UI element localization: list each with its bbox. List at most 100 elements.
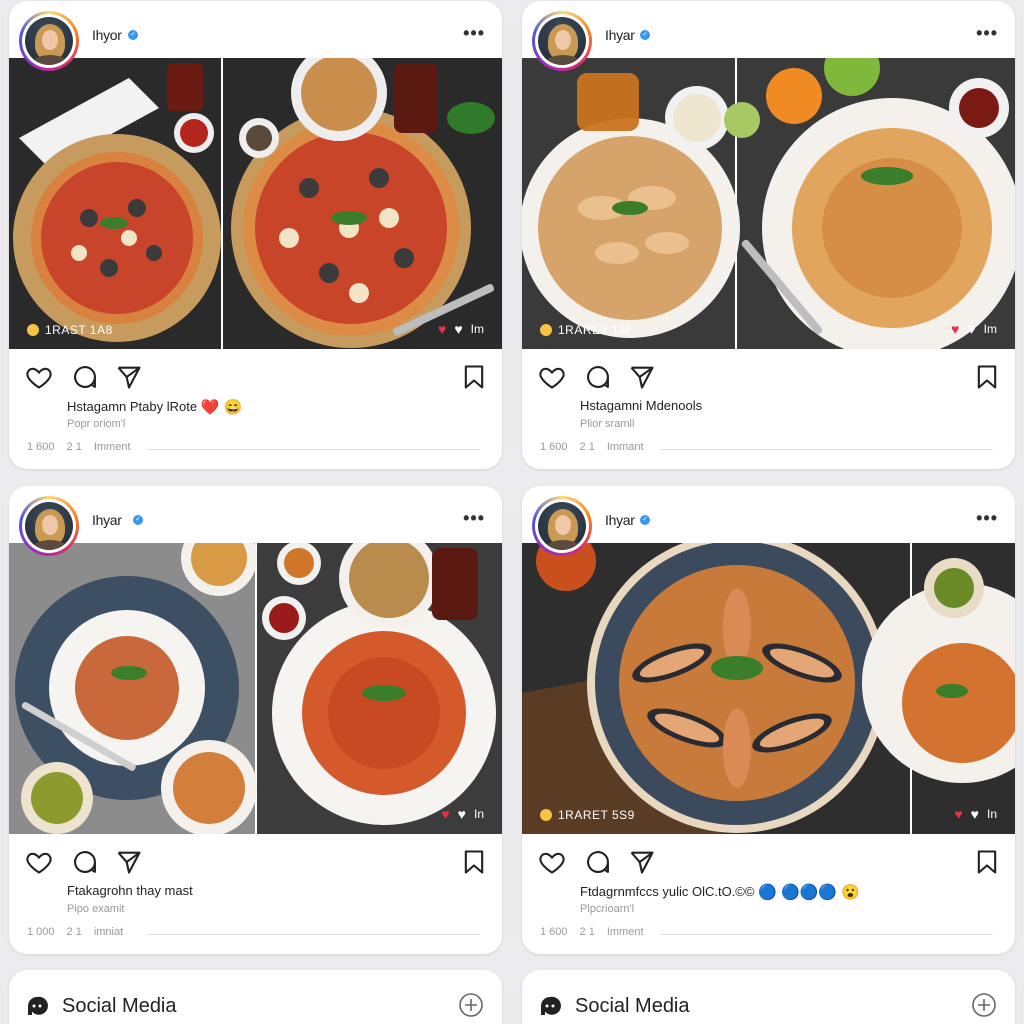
- post-photo[interactable]: ♥ ♥ In: [9, 543, 502, 834]
- heart-icon[interactable]: [538, 848, 566, 876]
- post-header: Ihyar ✓ •••: [522, 486, 1015, 556]
- avatar[interactable]: [532, 11, 592, 71]
- post-subcaption: Pipo examit: [67, 903, 125, 915]
- overlay-count: In: [473, 807, 484, 821]
- verified-badge-icon: ✓: [128, 30, 138, 40]
- heart-icon[interactable]: [538, 363, 566, 391]
- heart-red-icon: ♥: [951, 321, 960, 337]
- post-stats: 1 000 2 1 imniat: [27, 926, 123, 938]
- avatar[interactable]: [19, 11, 79, 71]
- plus-circle-icon[interactable]: [458, 992, 484, 1018]
- stat-count: 2 1: [66, 926, 82, 938]
- post-stats: 1 600 2 1 Imment: [540, 926, 644, 938]
- smile-emoji-icon: [27, 324, 39, 336]
- photo-reactions-overlay: ♥ ♥ In: [441, 806, 484, 822]
- heart-red-icon: ♥: [954, 806, 963, 822]
- more-options-icon[interactable]: •••: [463, 508, 485, 529]
- stat-comments[interactable]: Imment: [607, 926, 644, 938]
- social-media-label: Social Media: [575, 995, 690, 1017]
- photo-reactions-overlay: ♥ ♥ Im: [951, 321, 997, 337]
- smile-emoji-icon: [540, 324, 552, 336]
- username[interactable]: Ihyar: [605, 27, 635, 43]
- post-subcaption: Popr oriom'l: [67, 418, 126, 430]
- verified-badge-icon: ✓: [133, 515, 143, 525]
- heart-red-icon: ♥: [441, 806, 450, 822]
- post-header: Ihyar ✓ •••: [522, 1, 1015, 71]
- bookmark-icon[interactable]: [460, 363, 488, 391]
- chat-bubble-icon: [25, 994, 49, 1018]
- bookmark-icon[interactable]: [973, 848, 1001, 876]
- verified-badge-icon: ✓: [640, 515, 650, 525]
- username[interactable]: Ihyor: [92, 27, 122, 43]
- overlay-text: 1RARET 1M: [558, 323, 630, 337]
- social-media-card-2[interactable]: Social Media: [522, 970, 1015, 1024]
- post-card-2: Ihyar ✓ ••• 1RARET 1M ♥ ♥ Im Hstagamni M…: [522, 1, 1015, 469]
- post-caption: Hstagamn Ptaby lRote ❤️ 😄: [67, 398, 242, 416]
- share-icon[interactable]: [115, 848, 143, 876]
- share-icon[interactable]: [115, 363, 143, 391]
- post-actions: [522, 844, 1015, 880]
- post-photo[interactable]: 1RAST 1A8 ♥ ♥ Im: [9, 58, 502, 349]
- caption-emojis: ❤️ 😄: [200, 399, 243, 416]
- divider: [660, 449, 993, 450]
- post-header: Ihyar ✓ •••: [9, 486, 502, 556]
- stat-likes: 1 000: [27, 926, 55, 938]
- caption-text: Hstagamn Ptaby lRote: [67, 399, 198, 414]
- overlay-count: Im: [470, 322, 484, 336]
- comment-icon[interactable]: [71, 848, 99, 876]
- more-options-icon[interactable]: •••: [976, 508, 998, 529]
- share-icon[interactable]: [628, 848, 656, 876]
- photo-caption-overlay: 1RARET 1M: [540, 323, 630, 337]
- plus-circle-icon[interactable]: [971, 992, 997, 1018]
- bookmark-icon[interactable]: [973, 363, 1001, 391]
- bookmark-icon[interactable]: [460, 848, 488, 876]
- post-caption: Ftakagrohn thay mast: [67, 883, 193, 898]
- stat-count: 2 1: [579, 926, 595, 938]
- stat-likes: 1 600: [27, 441, 55, 453]
- post-caption: Ftdagrnmfccs yulic OlC.tO.©© 🔵 🔵🔵🔵 😮: [580, 883, 860, 901]
- heart-white-icon: ♥: [970, 806, 979, 822]
- stat-comments[interactable]: Immant: [607, 441, 644, 453]
- stat-likes: 1 600: [540, 441, 568, 453]
- username[interactable]: Ihyar: [605, 512, 635, 528]
- overlay-text: 1RAST 1A8: [45, 323, 113, 337]
- photo-reactions-overlay: ♥ ♥ Im: [438, 321, 484, 337]
- divider: [660, 934, 993, 935]
- caption-text: Ftdagrnmfccs yulic OlC.tO.©©: [580, 884, 755, 899]
- photo-reactions-overlay: ♥ ♥ In: [954, 806, 997, 822]
- avatar[interactable]: [532, 496, 592, 556]
- stat-comments[interactable]: Imment: [94, 441, 131, 453]
- post-card-3: Ihyar ✓ ••• ♥ ♥ In Ftakagrohn thay mast …: [9, 486, 502, 954]
- social-media-card-1[interactable]: Social Media: [9, 970, 502, 1024]
- username[interactable]: Ihyar: [92, 512, 122, 528]
- comment-icon[interactable]: [71, 363, 99, 391]
- more-options-icon[interactable]: •••: [463, 23, 485, 44]
- stat-count: 2 1: [66, 441, 82, 453]
- share-icon[interactable]: [628, 363, 656, 391]
- heart-icon[interactable]: [25, 848, 53, 876]
- post-stats: 1 600 2 1 Immant: [540, 441, 644, 453]
- avatar[interactable]: [19, 496, 79, 556]
- post-header: Ihyor ✓ •••: [9, 1, 502, 71]
- food-image-seafood: [522, 543, 1015, 834]
- caption-text: Hstagamni Mdenools: [580, 398, 703, 413]
- stat-comments[interactable]: imniat: [94, 926, 123, 938]
- comment-icon[interactable]: [584, 363, 612, 391]
- chat-bubble-icon: [538, 994, 562, 1018]
- caption-text: Ftakagrohn thay mast: [67, 883, 193, 898]
- post-photo[interactable]: 1RARET 5S9 ♥ ♥ In: [522, 543, 1015, 834]
- post-photo[interactable]: 1RARET 1M ♥ ♥ Im: [522, 58, 1015, 349]
- food-image-pizza: [9, 58, 502, 349]
- photo-caption-overlay: 1RARET 5S9: [540, 808, 635, 822]
- more-options-icon[interactable]: •••: [976, 23, 998, 44]
- heart-icon[interactable]: [25, 363, 53, 391]
- divider: [147, 934, 480, 935]
- divider: [147, 449, 480, 450]
- comment-icon[interactable]: [584, 848, 612, 876]
- photo-caption-overlay: 1RAST 1A8: [27, 323, 113, 337]
- heart-white-icon: ♥: [967, 321, 976, 337]
- stat-likes: 1 600: [540, 926, 568, 938]
- post-card-1: Ihyor ✓ ••• 1RAST 1A8 ♥ ♥ Im Hstagamn Pt…: [9, 1, 502, 469]
- smile-emoji-icon: [540, 809, 552, 821]
- overlay-count: In: [986, 807, 997, 821]
